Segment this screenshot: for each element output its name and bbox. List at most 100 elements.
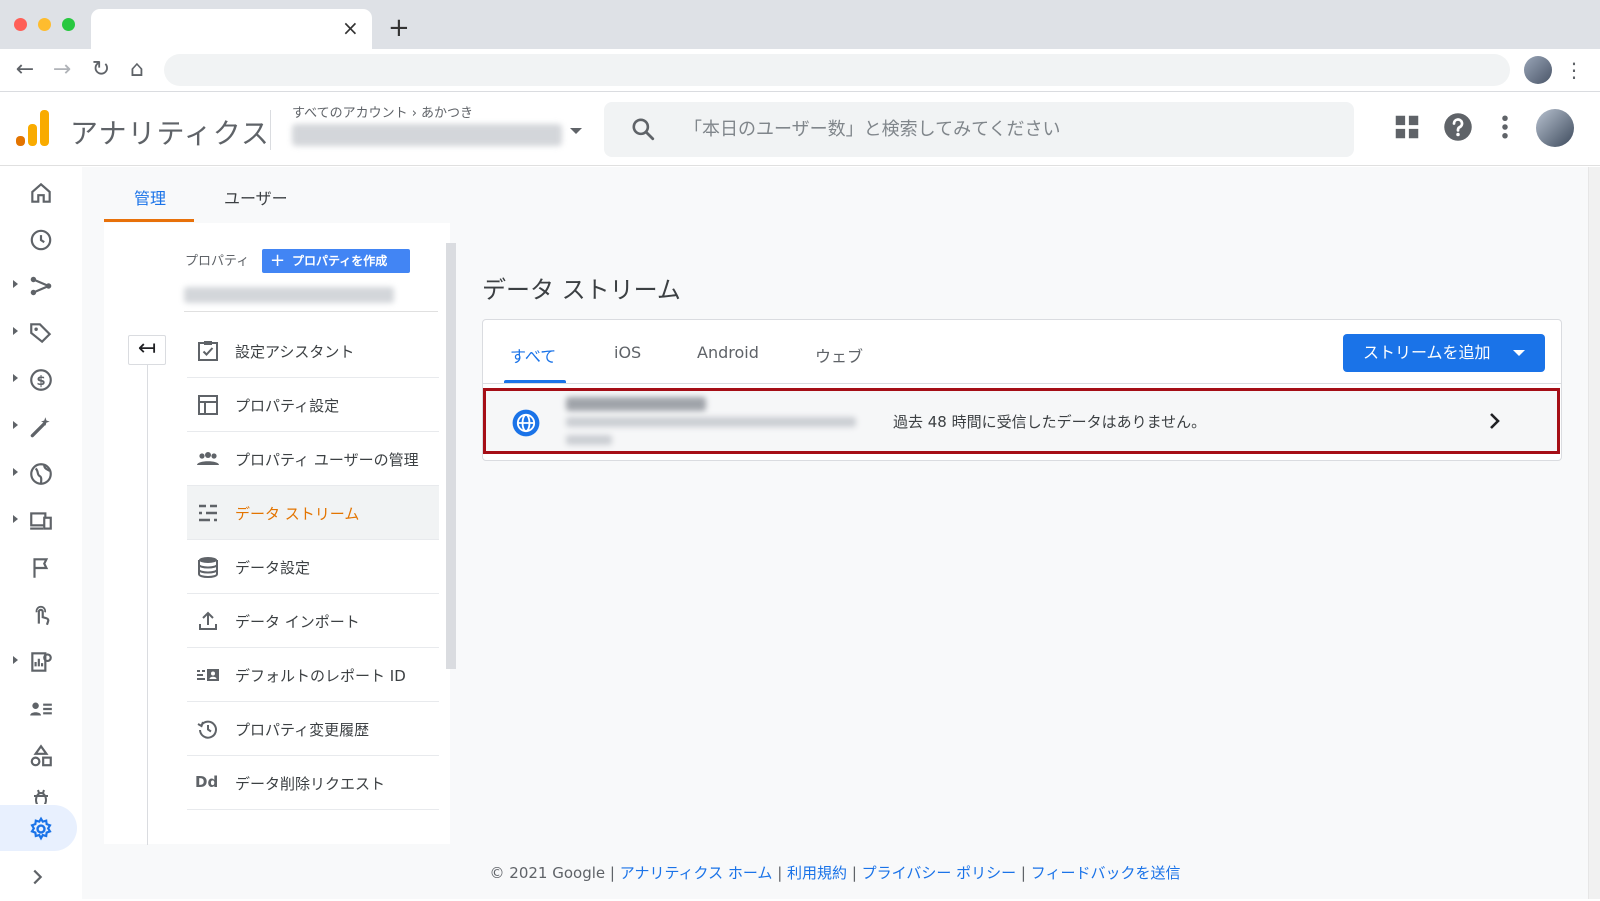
apps-grid-icon[interactable] [1392, 112, 1422, 142]
menu-item-label: プロパティ設定 [235, 397, 340, 415]
expand-arrow-icon[interactable] [13, 280, 18, 288]
expand-chevron-icon[interactable] [26, 866, 48, 888]
menu-item-label: データ インポート [235, 613, 360, 631]
database-icon [198, 557, 218, 578]
footer-link-analytics-home[interactable]: アナリティクス ホーム [620, 864, 773, 882]
tab-web[interactable]: ウェブ [815, 343, 863, 367]
help-icon[interactable] [1443, 112, 1473, 142]
flow-icon[interactable] [28, 273, 54, 299]
back-button[interactable]: ↤ [128, 335, 166, 365]
reload-icon[interactable]: ↻ [86, 55, 116, 85]
create-property-button[interactable]: + プロパティを作成 [262, 249, 410, 273]
app-header: アナリティクス すべてのアカウント › あかつき [0, 92, 1600, 166]
tab-close-icon[interactable]: × [342, 16, 359, 40]
menu-item-data-import[interactable]: データ インポート [187, 594, 439, 648]
tab-android[interactable]: Android [697, 343, 759, 362]
svg-text:$: $ [36, 374, 45, 389]
browser-tab-bar: × + [0, 0, 1600, 49]
menu-item-label: データ設定 [235, 559, 311, 577]
gear-icon[interactable] [28, 816, 54, 842]
window-close-dot[interactable] [14, 18, 27, 31]
home-nav-icon[interactable]: ⌂ [122, 55, 152, 85]
tab-admin[interactable]: 管理 [134, 185, 166, 209]
expand-arrow-icon[interactable] [13, 421, 18, 429]
menu-item-label: プロパティ ユーザーの管理 [235, 451, 419, 469]
footer-separator: | [1020, 864, 1031, 882]
footer-link-feedback[interactable]: フィードバックを送信 [1031, 864, 1181, 882]
tab-all[interactable]: すべて [510, 343, 556, 367]
analytics-logo-icon[interactable] [16, 110, 50, 146]
page-title: データ ストリーム [482, 276, 681, 304]
page-scrollbar[interactable] [1588, 167, 1600, 899]
window-maximize-dot[interactable] [62, 18, 75, 31]
browser-menu-icon[interactable]: ⋮ [1564, 57, 1584, 83]
menu-item-deletion-requests[interactable]: Dd データ削除リクエスト [187, 756, 439, 810]
expand-arrow-icon[interactable] [13, 656, 18, 664]
streams-icon [199, 504, 217, 522]
search-bar[interactable] [604, 102, 1354, 157]
property-label: プロパティ [185, 254, 250, 269]
divider [184, 311, 438, 312]
window-minimize-dot[interactable] [38, 18, 51, 31]
tab-ios[interactable]: iOS [614, 343, 641, 362]
clock-icon[interactable] [28, 227, 54, 253]
forward-arrow-icon[interactable]: → [47, 55, 77, 85]
menu-item-property-users[interactable]: プロパティ ユーザーの管理 [187, 432, 439, 486]
expand-arrow-icon[interactable] [13, 468, 18, 476]
create-property-label: プロパティを作成 [292, 254, 388, 268]
dollar-icon[interactable]: $ [28, 367, 54, 393]
menu-item-change-history[interactable]: プロパティ変更履歴 [187, 702, 439, 756]
report-id-icon [197, 669, 219, 681]
menu-item-setup-assistant[interactable]: 設定アシスタント [187, 324, 439, 378]
expand-arrow-icon[interactable] [13, 327, 18, 335]
devices-icon[interactable] [28, 508, 54, 534]
address-bar[interactable] [164, 54, 1510, 86]
menu-item-label: デフォルトのレポート ID [235, 667, 406, 685]
menu-item-property-settings[interactable]: プロパティ設定 [187, 378, 439, 432]
home-icon[interactable] [28, 180, 54, 206]
footer-link-terms[interactable]: 利用規約 [787, 864, 847, 882]
menu-item-label: データ ストリーム [235, 505, 360, 523]
upload-icon [199, 611, 217, 630]
add-stream-button[interactable]: ストリームを追加 [1343, 334, 1545, 372]
footer: © 2021 Google | アナリティクス ホーム | 利用規約 | プライ… [82, 845, 1588, 899]
add-stream-label: ストリームを追加 [1363, 343, 1491, 362]
panel-scrollbar[interactable] [446, 243, 456, 669]
menu-item-data-streams[interactable]: データ ストリーム [187, 486, 439, 540]
tag-icon[interactable] [28, 320, 54, 346]
chevron-right-icon[interactable] [1482, 409, 1506, 433]
browser-profile-avatar[interactable] [1524, 56, 1552, 84]
browser-tab[interactable] [91, 9, 372, 49]
tab-user[interactable]: ユーザー [224, 185, 288, 209]
app-title: アナリティクス [70, 117, 270, 150]
bug-icon[interactable] [28, 788, 54, 804]
report-icon[interactable] [28, 649, 54, 675]
plus-icon: + [270, 250, 286, 271]
new-tab-icon[interactable]: + [388, 14, 410, 42]
expand-arrow-icon[interactable] [13, 374, 18, 382]
menu-item-data-settings[interactable]: データ設定 [187, 540, 439, 594]
browser-toolbar: ← → ↻ ⌂ ⋮ [0, 49, 1600, 92]
user-avatar[interactable] [1536, 109, 1574, 147]
menu-item-label: プロパティ変更履歴 [235, 721, 370, 739]
wand-icon[interactable] [28, 414, 54, 440]
chevron-down-icon[interactable] [570, 128, 582, 134]
user-list-icon[interactable] [28, 696, 54, 722]
touch-icon[interactable] [28, 602, 54, 628]
more-vert-icon[interactable] [1490, 112, 1520, 142]
menu-item-report-id[interactable]: デフォルトのレポート ID [187, 648, 439, 702]
globe-icon[interactable] [28, 461, 54, 487]
property-selector-name[interactable] [292, 124, 562, 146]
flag-icon[interactable] [28, 555, 54, 581]
footer-copyright: © 2021 Google | [489, 864, 615, 882]
search-input[interactable] [684, 102, 1334, 157]
stream-row[interactable]: 過去 48 時間に受信したデータはありません。 [483, 388, 1560, 454]
account-breadcrumb[interactable]: すべてのアカウント › あかつき [292, 102, 473, 121]
expand-arrow-icon[interactable] [13, 515, 18, 523]
shapes-icon[interactable] [28, 743, 54, 769]
dd-icon: Dd [195, 773, 219, 791]
back-arrow-icon[interactable]: ← [10, 55, 40, 85]
tree-connector [147, 365, 148, 845]
header-divider [270, 110, 271, 150]
footer-link-privacy[interactable]: プライバシー ポリシー [862, 864, 1016, 882]
